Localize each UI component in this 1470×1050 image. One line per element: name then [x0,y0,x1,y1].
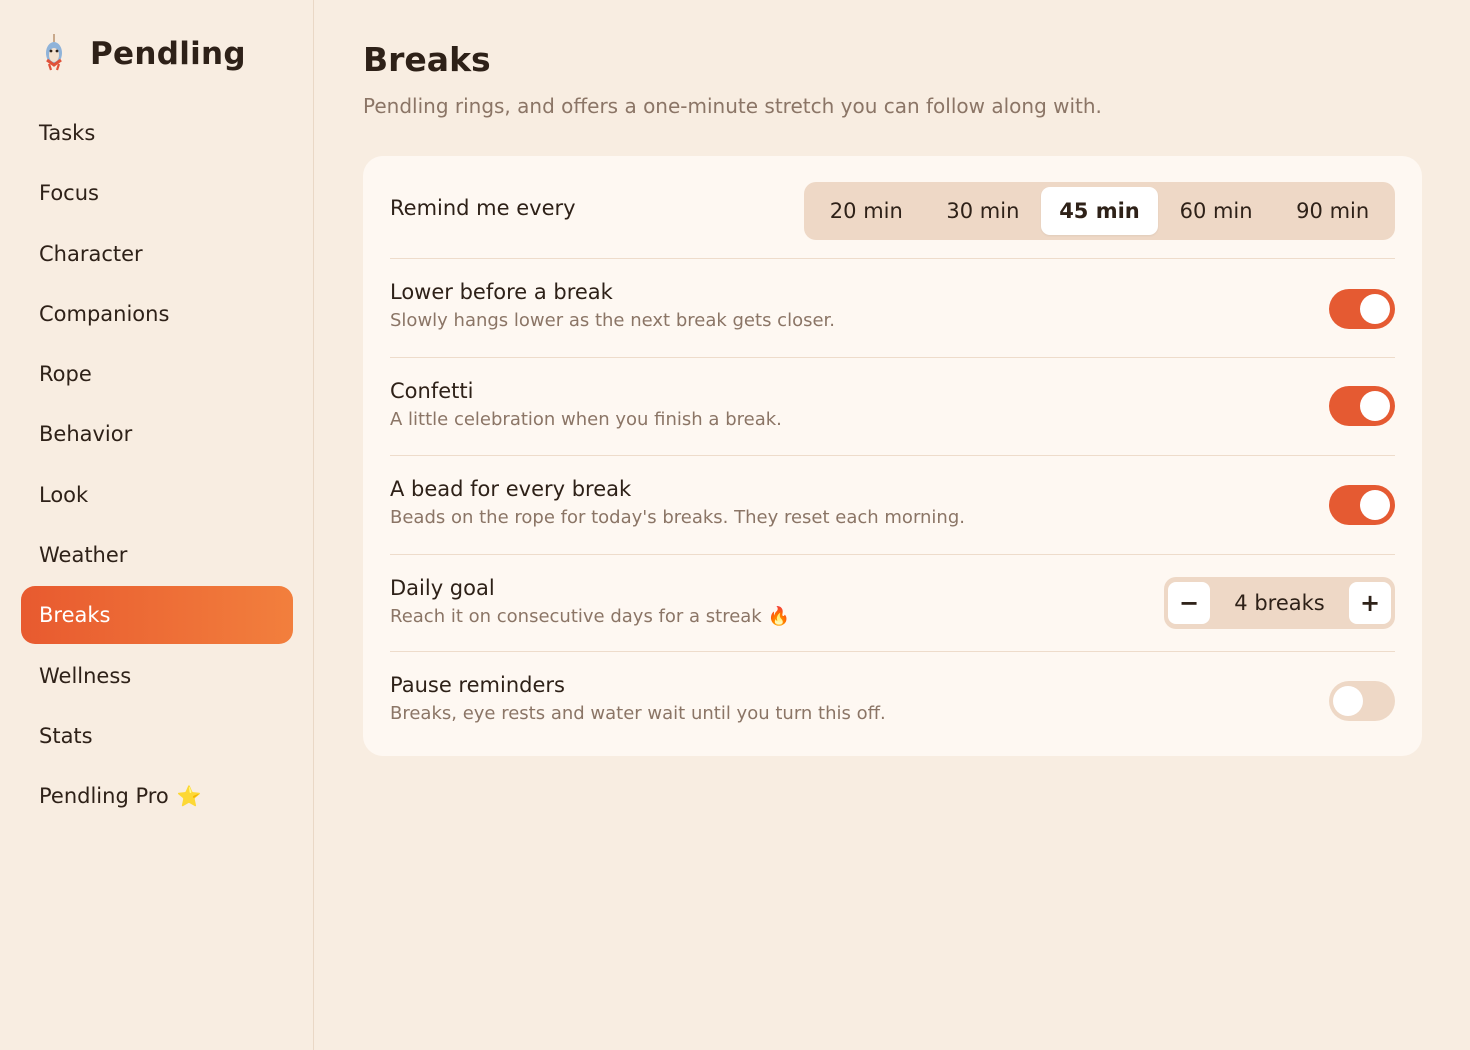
interval-option-45[interactable]: 45 min [1041,187,1158,235]
sidebar-item-character[interactable]: Character [21,225,293,283]
sidebar-item-weather[interactable]: Weather [21,526,293,584]
sidebar-item-pendling-pro[interactable]: Pendling Pro ⭐ [21,767,293,825]
bead-title: A bead for every break [390,477,632,501]
sidebar-item-label: Focus [39,181,99,206]
sidebar-item-companions[interactable]: Companions [21,285,293,343]
settings-card: Remind me every 20 min 30 min 45 min 60 … [363,156,1422,756]
confetti-desc: A little celebration when you finish a b… [390,409,782,430]
toggle-knob [1333,686,1363,716]
bead-desc: Beads on the rope for today's breaks. Th… [390,507,965,528]
increment-button[interactable]: + [1349,582,1391,624]
app-window: Pendling Tasks Focus Character Companion… [0,0,1470,1050]
remind-interval-segmented: 20 min 30 min 45 min 60 min 90 min [804,182,1395,240]
lower-title: Lower before a break [390,280,613,304]
sidebar-item-focus[interactable]: Focus [21,164,293,222]
app-name: Pendling [90,36,246,72]
daily-goal-stepper: − 4 breaks + [1164,577,1395,629]
lower-toggle[interactable] [1329,289,1395,329]
sidebar-item-label: Pendling Pro [39,784,169,809]
sidebar-item-label: Look [39,482,89,507]
pause-toggle[interactable] [1329,681,1395,721]
sidebar-item-tasks[interactable]: Tasks [21,104,293,162]
page-subtitle: Pendling rings, and offers a one-minute … [363,94,1102,118]
sidebar-item-label: Character [39,241,143,266]
divider [390,554,1395,555]
divider [390,455,1395,456]
sidebar-item-rope[interactable]: Rope [21,345,293,403]
page-title: Breaks [363,40,491,79]
sidebar-item-behavior[interactable]: Behavior [21,405,293,463]
sidebar-item-stats[interactable]: Stats [21,707,293,765]
daily-goal-row: Daily goal Reach it on consecutive days … [390,576,1395,636]
divider [390,651,1395,652]
sidebar-item-label: Weather [39,543,128,568]
pause-desc: Breaks, eye rests and water wait until y… [390,703,886,724]
lower-row: Lower before a break Slowly hangs lower … [390,280,1395,340]
interval-option-60[interactable]: 60 min [1158,187,1275,235]
toggle-knob [1360,391,1390,421]
sidebar-item-breaks[interactable]: Breaks [21,586,293,645]
bead-toggle[interactable] [1329,485,1395,525]
toggle-knob [1360,490,1390,520]
sidebar: Pendling Tasks Focus Character Companion… [0,0,314,1050]
confetti-title: Confetti [390,379,474,403]
remind-row: Remind me every 20 min 30 min 45 min 60 … [390,182,1395,240]
sidebar-item-label: Tasks [39,121,96,145]
bead-row: A bead for every break Beads on the rope… [390,477,1395,537]
sidebar-item-label: Rope [39,362,92,387]
sidebar-item-label: Wellness [39,663,132,688]
sidebar-item-wellness[interactable]: Wellness [21,647,293,705]
toggle-knob [1360,294,1390,324]
sidebar-item-look[interactable]: Look [21,466,293,524]
confetti-toggle[interactable] [1329,386,1395,426]
divider [390,258,1395,259]
interval-option-30[interactable]: 30 min [925,187,1042,235]
sidebar-item-label: Stats [39,723,93,748]
sidebar-item-label: Breaks [39,603,111,628]
sidebar-item-label: Behavior [39,422,133,447]
pendling-logo-icon [46,34,62,71]
interval-option-90[interactable]: 90 min [1274,187,1391,235]
divider [390,357,1395,358]
confetti-row: Confetti A little celebration when you f… [390,379,1395,439]
sidebar-nav: Tasks Focus Character Companions Rope Be… [21,104,293,828]
daily-goal-value: 4 breaks [1234,591,1325,615]
sidebar-item-label: Companions [39,301,170,326]
pause-title: Pause reminders [390,673,565,697]
brand: Pendling [38,34,246,74]
pause-row: Pause reminders Breaks, eye rests and wa… [390,673,1395,733]
interval-option-20[interactable]: 20 min [808,187,925,235]
decrement-button[interactable]: − [1168,582,1210,624]
lower-desc: Slowly hangs lower as the next break get… [390,310,835,331]
star-icon: ⭐ [176,784,202,809]
